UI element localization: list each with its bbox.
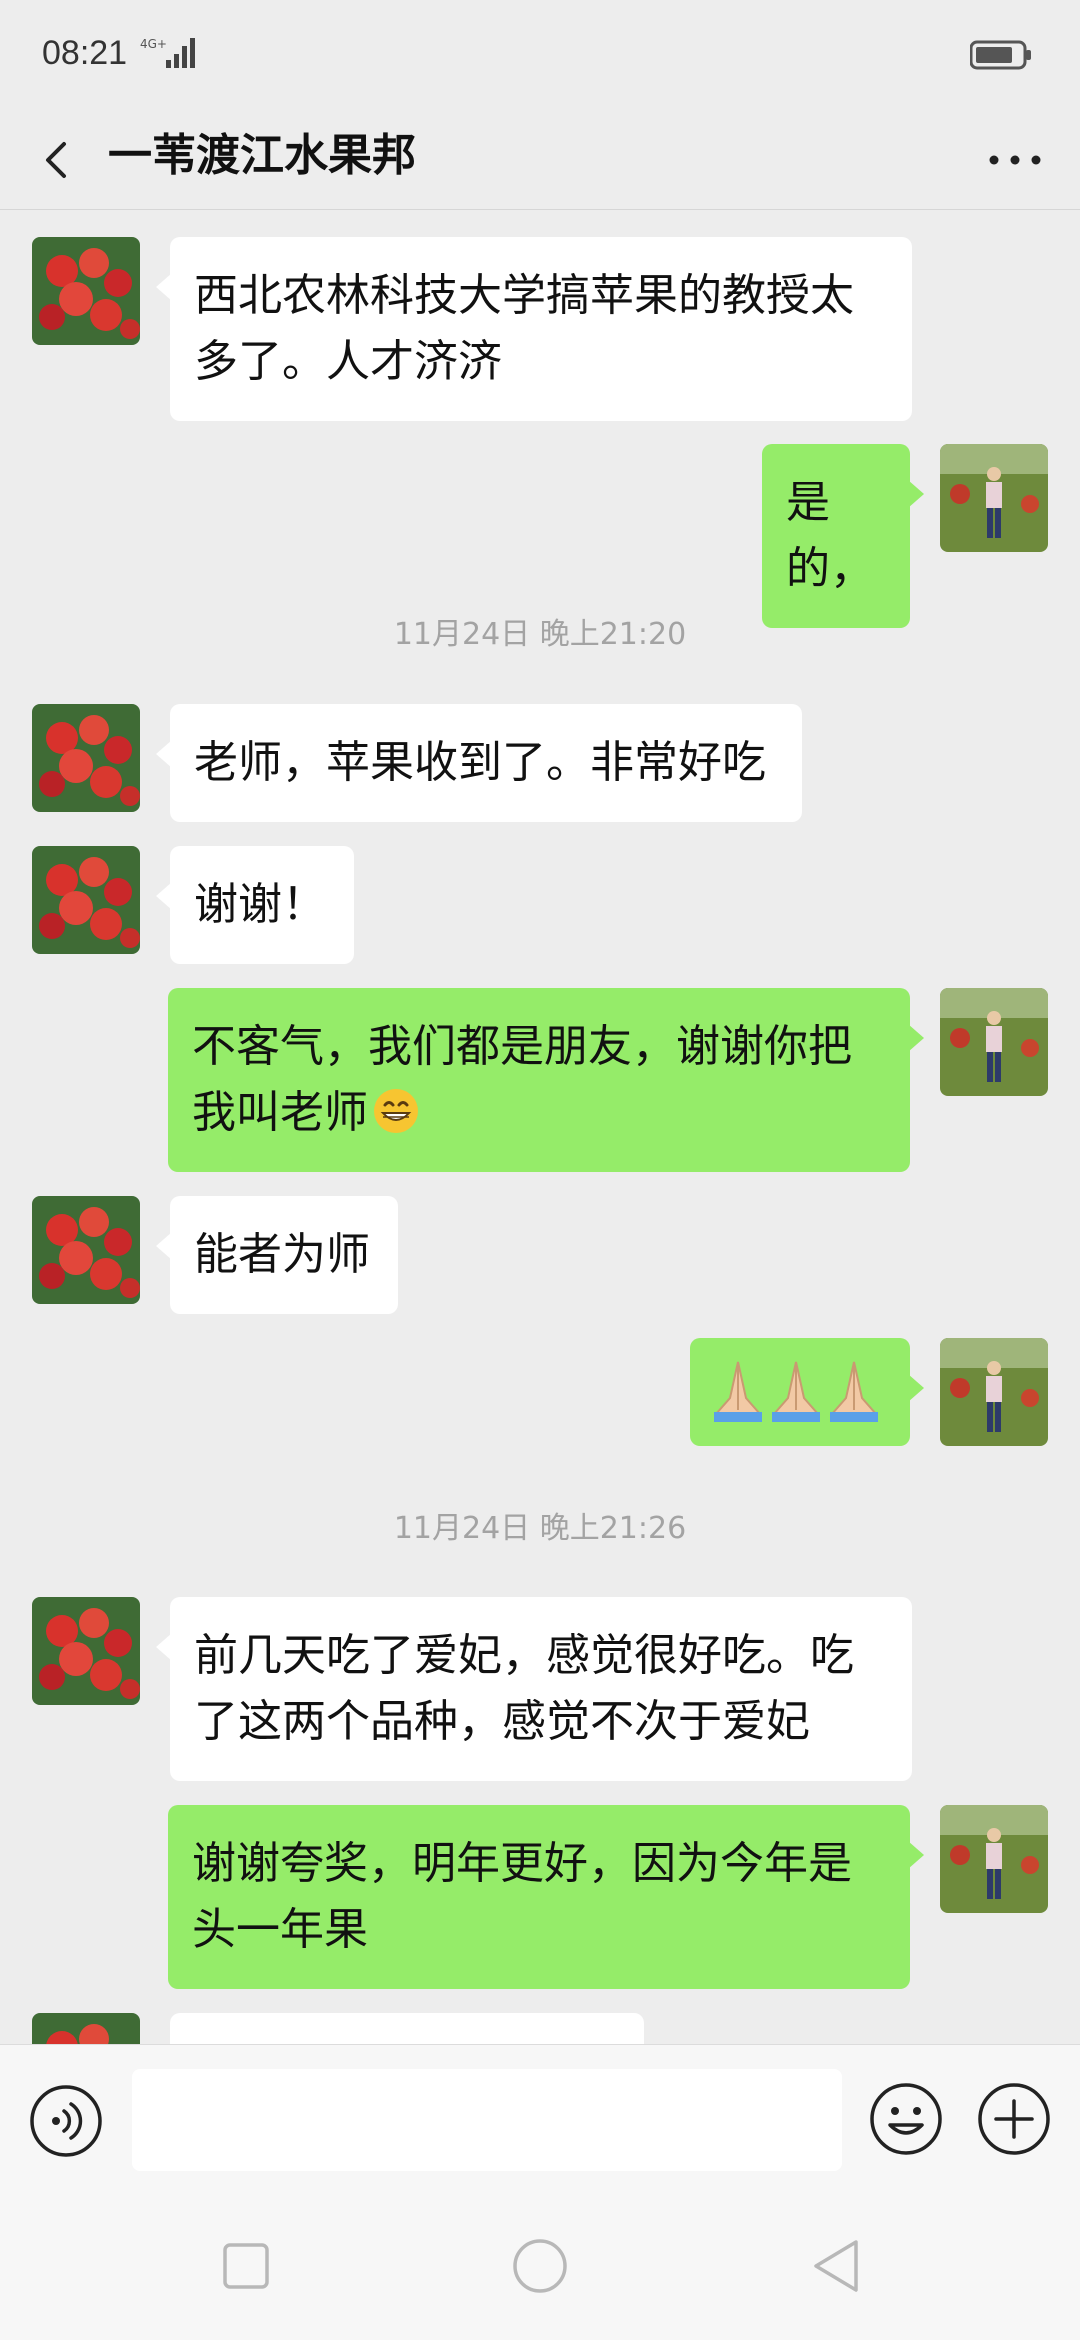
network-type-label: 4G+ <box>140 37 167 51</box>
message-bubble-outgoing[interactable]: 谢谢夸奖，明年更好，因为今年是头一年果 <box>168 1805 924 1989</box>
emoji-icon[interactable] <box>868 2081 944 2161</box>
chat-timestamp: 11月24日 晚上21:26 <box>393 1511 687 1546</box>
chat-timestamp: 11月24日 晚上21:20 <box>393 617 687 652</box>
message-bubble-outgoing[interactable] <box>690 1338 924 1446</box>
back-triangle-icon[interactable] <box>808 2236 864 2300</box>
folded-hands-icon <box>712 1358 880 1424</box>
my-avatar[interactable] <box>940 1805 1048 1913</box>
contact-avatar[interactable] <box>32 2013 140 2044</box>
message-bubble-incoming[interactable]: 前几天吃了爱妃，感觉很好吃。吃了这两个品种，感觉不次于爱妃 <box>156 1597 912 1781</box>
my-avatar[interactable] <box>940 444 1048 552</box>
message-bubble-outgoing[interactable]: 是的， <box>762 444 924 628</box>
my-avatar[interactable] <box>940 988 1048 1096</box>
signal-icon: 4G+ <box>140 36 200 76</box>
chat-screen: 08:21 4G+ 一苇渡江水果邦 西北农林科技大学搞苹果的教授太多了。人才济济… <box>0 0 1080 2340</box>
back-arrow-icon[interactable] <box>30 130 90 190</box>
contact-avatar[interactable] <box>32 237 140 345</box>
message-bubble-incoming[interactable]: 西北农林科技大学搞苹果的教授太多了。人才济济 <box>156 237 912 421</box>
chat-input-bar <box>0 2044 1080 2194</box>
system-nav-bar <box>0 2194 1080 2340</box>
grinning-face-icon <box>374 1089 418 1133</box>
battery-icon <box>969 40 1032 74</box>
home-icon[interactable] <box>510 2236 570 2300</box>
recent-apps-icon[interactable] <box>220 2240 272 2296</box>
contact-avatar[interactable] <box>32 704 140 812</box>
message-bubble-outgoing[interactable]: 不客气，我们都是朋友，谢谢你把我叫老师 <box>168 988 924 1172</box>
my-avatar[interactable] <box>940 1338 1048 1446</box>
contact-avatar[interactable] <box>32 846 140 954</box>
contact-avatar[interactable] <box>32 1597 140 1705</box>
message-input[interactable] <box>132 2069 842 2171</box>
message-list[interactable]: 西北农林科技大学搞苹果的教授太多了。人才济济 是的， 11月24日 晚上21:2… <box>0 211 1080 2044</box>
message-bubble-incoming[interactable]: 谢谢！ <box>156 846 354 964</box>
message-bubble-incoming-partial[interactable] <box>170 2013 644 2044</box>
status-bar: 08:21 4G+ <box>0 0 1080 110</box>
status-time: 08:21 <box>42 34 128 72</box>
chat-header: 一苇渡江水果邦 <box>0 110 1080 210</box>
voice-icon[interactable] <box>28 2083 104 2163</box>
contact-avatar[interactable] <box>32 1196 140 1304</box>
plus-icon[interactable] <box>976 2081 1052 2161</box>
message-text: 不客气，我们都是朋友，谢谢你把我叫老师 <box>192 1021 852 1138</box>
more-dots-icon[interactable] <box>980 130 1050 190</box>
chat-title: 一苇渡江水果邦 <box>108 130 416 181</box>
message-bubble-incoming[interactable]: 老师，苹果收到了。非常好吃 <box>156 704 802 822</box>
message-bubble-incoming[interactable]: 能者为师 <box>156 1196 398 1314</box>
